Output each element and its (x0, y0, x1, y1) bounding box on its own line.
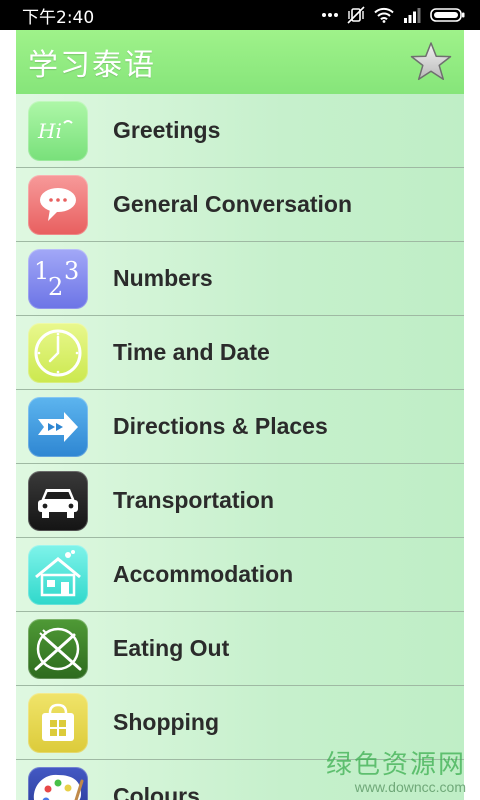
list-item-numbers[interactable]: 123 Numbers (16, 242, 464, 316)
svg-text:2: 2 (48, 273, 63, 301)
star-icon[interactable] (410, 41, 452, 83)
list-item-label: Time and Date (113, 339, 270, 365)
list-item-colours[interactable]: Colours (16, 760, 464, 800)
list-item-time-and-date[interactable]: Time and Date (16, 316, 464, 390)
arrow-sign-icon (28, 396, 88, 457)
car-icon (28, 470, 88, 531)
mute-vibrate-icon (347, 6, 365, 24)
list-item-label: Eating Out (113, 635, 230, 661)
plate-cutlery-icon (28, 618, 88, 679)
battery-icon (430, 8, 465, 22)
list-item-label: Shopping (113, 709, 220, 735)
status-bar: 下午2:40 (0, 0, 480, 30)
svg-text:3: 3 (64, 257, 79, 285)
list-item-transportation[interactable]: Transportation (16, 464, 464, 538)
app-title: 学习泰语 (28, 48, 156, 83)
list-item-label: Colours (113, 783, 200, 800)
app-window: 学习泰语 Hi Greetings General Conversation 1… (16, 30, 464, 800)
svg-text:Hi: Hi (37, 119, 62, 143)
app-bar: 学习泰语 (16, 30, 464, 94)
right-margin (464, 30, 480, 800)
category-list: Hi Greetings General Conversation 123 Nu… (16, 94, 464, 800)
palette-icon (28, 766, 88, 800)
list-item-greetings[interactable]: Hi Greetings (16, 94, 464, 168)
list-item-eating-out[interactable]: Eating Out (16, 612, 464, 686)
list-item-shopping[interactable]: Shopping (16, 686, 464, 760)
list-item-label: General Conversation (113, 191, 353, 217)
list-item-label: Accommodation (113, 561, 294, 587)
list-item-general-conversation[interactable]: General Conversation (16, 168, 464, 242)
wifi-icon (374, 7, 394, 23)
list-item-label: Directions & Places (113, 413, 328, 439)
svg-text:1: 1 (34, 257, 49, 285)
more-dots-icon (322, 13, 338, 17)
list-item-accommodation[interactable]: Accommodation (16, 538, 464, 612)
list-item-label: Transportation (113, 487, 275, 513)
speech-bubble-icon (28, 174, 88, 235)
shopping-bag-icon (28, 692, 88, 753)
list-item-label: Greetings (113, 117, 221, 143)
status-time: 下午2:40 (22, 7, 95, 28)
list-item-directions-and-places[interactable]: Directions & Places (16, 390, 464, 464)
signal-icon (404, 8, 421, 23)
hi-bubble-icon: Hi (28, 100, 88, 161)
clock-icon (28, 322, 88, 383)
numbers-123-icon: 123 (28, 248, 88, 309)
left-margin (0, 30, 16, 800)
list-item-label: Numbers (113, 265, 213, 291)
house-icon (28, 544, 88, 605)
status-icons (322, 6, 466, 24)
